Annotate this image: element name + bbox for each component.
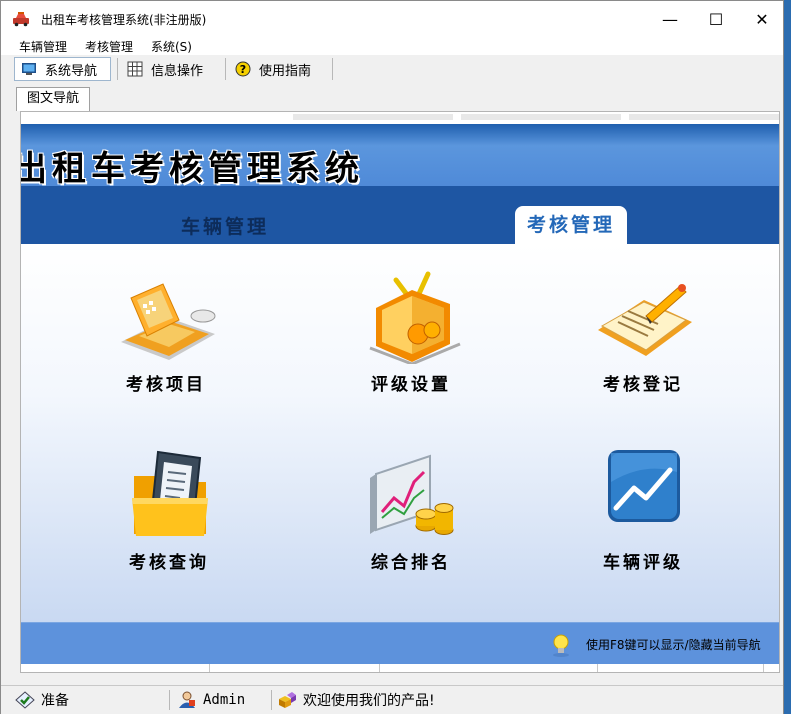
- maximize-button[interactable]: ☐: [693, 1, 739, 37]
- menu-system[interactable]: 系统(S): [151, 38, 192, 55]
- bottom-divider: [21, 664, 779, 672]
- grid-icon: [127, 61, 143, 77]
- toolbar: 系统导航 信息操作 ? 使用指南: [1, 55, 783, 84]
- item-assessment-query[interactable]: 考核查询: [79, 442, 259, 573]
- close-icon: ✕: [755, 9, 769, 29]
- navigation-content: 出租车考核管理系统 车辆管理 考核管理 考核项目 评级设置 考核登记 考核查询 …: [20, 111, 780, 673]
- toolbar-separator: [225, 58, 226, 80]
- status-text: 准备: [41, 693, 69, 709]
- item-assessment-register[interactable]: 考核登记: [553, 264, 733, 395]
- help-icon: ?: [235, 61, 251, 77]
- user-guide-label: 使用指南: [259, 63, 312, 79]
- item-label: 车辆评级: [603, 553, 683, 573]
- system-nav-button[interactable]: 系统导航: [14, 57, 111, 81]
- system-nav-label: 系统导航: [45, 63, 98, 79]
- item-label: 评级设置: [371, 375, 451, 395]
- svg-text:?: ?: [240, 63, 246, 76]
- item-label: 考核登记: [603, 375, 683, 395]
- top-strip: [21, 112, 779, 124]
- info-operation-label: 信息操作: [151, 63, 204, 79]
- user-icon: [179, 691, 195, 708]
- item-overall-ranking[interactable]: 综合排名: [321, 442, 501, 573]
- banner-title: 出租车考核管理系统: [20, 149, 364, 189]
- title-bar: 出租车考核管理系统(非注册版) — ☐ ✕: [1, 1, 783, 37]
- window-title: 出租车考核管理系统(非注册版): [41, 13, 207, 27]
- tv-award-icon: [369, 271, 461, 364]
- products-icon: [279, 692, 296, 708]
- item-vehicle-grading[interactable]: 车辆评级: [553, 442, 733, 573]
- trend-chart-icon: [608, 450, 680, 522]
- clipboard-pen-icon: [598, 284, 692, 356]
- document-tab-strip: 图文导航: [1, 83, 783, 111]
- app-window: 出租车考核管理系统(非注册版) — ☐ ✕ 车辆管理 考核管理 系统(S) 系统…: [0, 0, 784, 714]
- item-assessment-project[interactable]: 考核项目: [76, 264, 256, 395]
- status-separator: [271, 690, 272, 710]
- hint-text: 使用F8键可以显示/隐藏当前导航: [586, 638, 761, 652]
- item-label: 考核项目: [126, 375, 206, 395]
- lightbulb-icon: [553, 634, 569, 657]
- laptop-icon: [121, 283, 216, 360]
- item-grade-settings[interactable]: 评级设置: [321, 264, 501, 395]
- close-button[interactable]: ✕: [739, 1, 785, 37]
- toolbar-separator: [332, 58, 333, 80]
- header-banner: 出租车考核管理系统: [21, 124, 779, 189]
- toolbar-separator: [117, 58, 118, 80]
- menu-bar: 车辆管理 考核管理 系统(S): [1, 37, 783, 55]
- maximize-icon: ☐: [708, 9, 724, 29]
- monitor-icon: [22, 63, 36, 75]
- user-guide-button[interactable]: ? 使用指南: [229, 57, 329, 81]
- taxi-app-icon: [13, 12, 29, 27]
- status-message: 欢迎使用我们的产品!: [277, 690, 577, 710]
- info-operation-button[interactable]: 信息操作: [121, 57, 221, 81]
- status-message-text: 欢迎使用我们的产品!: [303, 693, 435, 709]
- tab-graphic-nav[interactable]: 图文导航: [16, 87, 90, 111]
- tab-vehicle-management[interactable]: 车辆管理: [181, 212, 269, 239]
- footer-band: 使用F8键可以显示/隐藏当前导航: [21, 622, 779, 665]
- tab-assessment-management[interactable]: 考核管理: [515, 206, 627, 244]
- chart-coins-icon: [370, 454, 454, 535]
- status-bar: 准备 Admin 欢迎使用我们的产品!: [1, 685, 783, 714]
- status-user: Admin: [177, 690, 267, 710]
- menu-assessment-management[interactable]: 考核管理: [85, 38, 133, 55]
- folder-document-icon: [132, 450, 208, 536]
- item-label: 综合排名: [371, 553, 451, 573]
- menu-vehicle-management[interactable]: 车辆管理: [19, 38, 67, 55]
- function-panel: 考核项目 评级设置 考核登记 考核查询 综合排名 车辆评级: [21, 244, 779, 622]
- ready-icon: [15, 691, 35, 709]
- status-username: Admin: [203, 692, 246, 708]
- status-separator: [169, 690, 170, 710]
- item-label: 考核查询: [129, 553, 209, 573]
- minimize-icon: —: [662, 9, 678, 29]
- status-ready: 准备: [15, 690, 165, 710]
- nav-tab-bar: 车辆管理 考核管理: [21, 186, 779, 244]
- minimize-button[interactable]: —: [647, 1, 693, 37]
